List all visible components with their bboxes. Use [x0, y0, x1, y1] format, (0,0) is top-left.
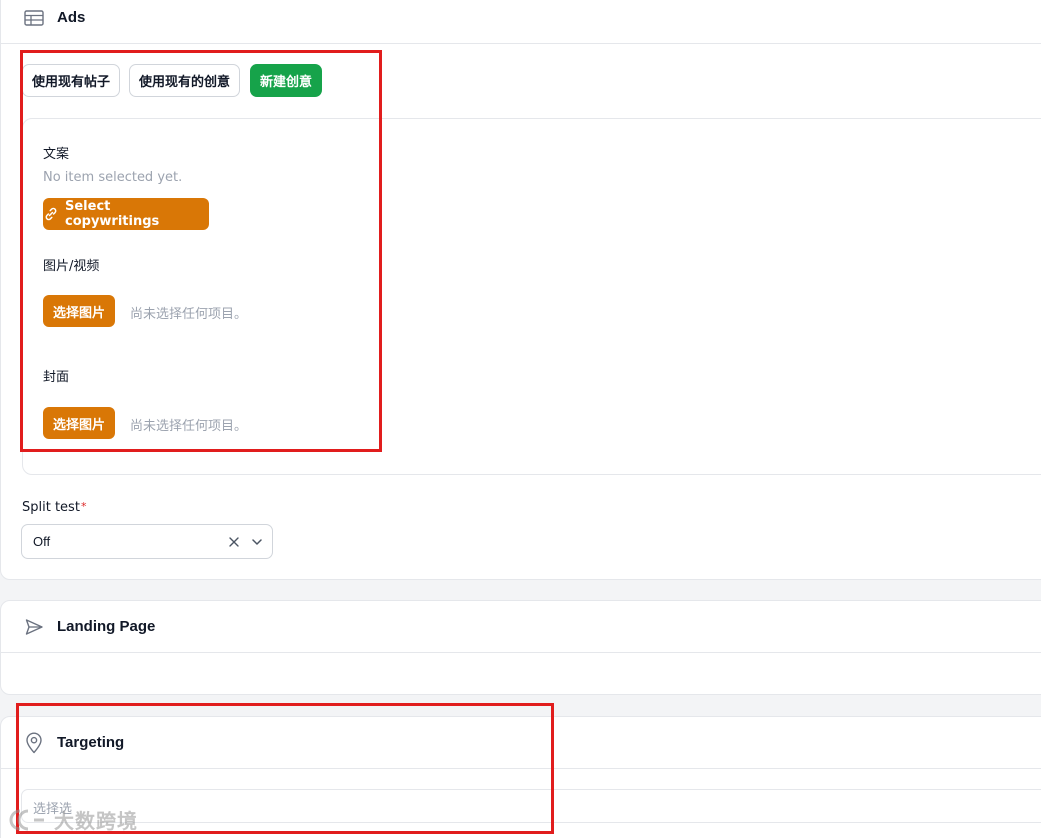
- watermark-text: 大数跨境: [54, 809, 138, 833]
- watermark-logo-icon: [8, 808, 48, 832]
- cover-empty-text: 尚未选择任何项目。: [130, 419, 248, 434]
- copy-label: 文案: [43, 147, 70, 162]
- copy-empty-text: No item selected yet.: [43, 170, 183, 185]
- tab-new-creative[interactable]: 新建创意: [250, 64, 322, 97]
- tab-use-existing-creative[interactable]: 使用现有的创意: [129, 64, 240, 97]
- required-marker: *: [80, 500, 87, 513]
- cover-label: 封面: [43, 370, 70, 385]
- clear-icon[interactable]: [226, 534, 242, 550]
- landing-page-card: Landing Page: [0, 600, 1041, 695]
- split-test-label: Split test*: [22, 500, 86, 515]
- landing-header-divider: [1, 652, 1041, 653]
- split-test-label-text: Split test: [22, 500, 80, 515]
- ads-header: Ads: [1, 1, 1041, 34]
- select-cover-button[interactable]: 选择图片: [43, 407, 115, 439]
- tab-use-existing-post[interactable]: 使用现有帖子: [22, 64, 120, 97]
- landing-title: Landing Page: [57, 618, 156, 635]
- map-pin-icon: [23, 732, 45, 754]
- ads-header-divider: [1, 43, 1041, 44]
- select-copywritings-button[interactable]: Select copywritings: [43, 198, 209, 230]
- split-test-select[interactable]: Off: [21, 524, 273, 559]
- landing-header: Landing Page: [1, 601, 1041, 652]
- select-copywritings-label: Select copywritings: [65, 199, 160, 229]
- select-media-button[interactable]: 选择图片: [43, 295, 115, 327]
- watermark: 大数跨境: [8, 805, 138, 834]
- link-icon: [43, 206, 59, 222]
- media-empty-text: 尚未选择任何项目。: [130, 307, 248, 322]
- media-label: 图片/视频: [43, 259, 100, 274]
- table-icon: [23, 7, 45, 29]
- targeting-input[interactable]: 选择选: [21, 789, 1041, 823]
- send-icon: [23, 616, 45, 638]
- chevron-down-icon[interactable]: [249, 534, 265, 550]
- ads-title: Ads: [57, 9, 86, 26]
- split-test-value: Off: [33, 534, 51, 549]
- targeting-header-divider: [1, 768, 1041, 769]
- targeting-header: Targeting: [1, 717, 1041, 768]
- targeting-title: Targeting: [57, 734, 125, 751]
